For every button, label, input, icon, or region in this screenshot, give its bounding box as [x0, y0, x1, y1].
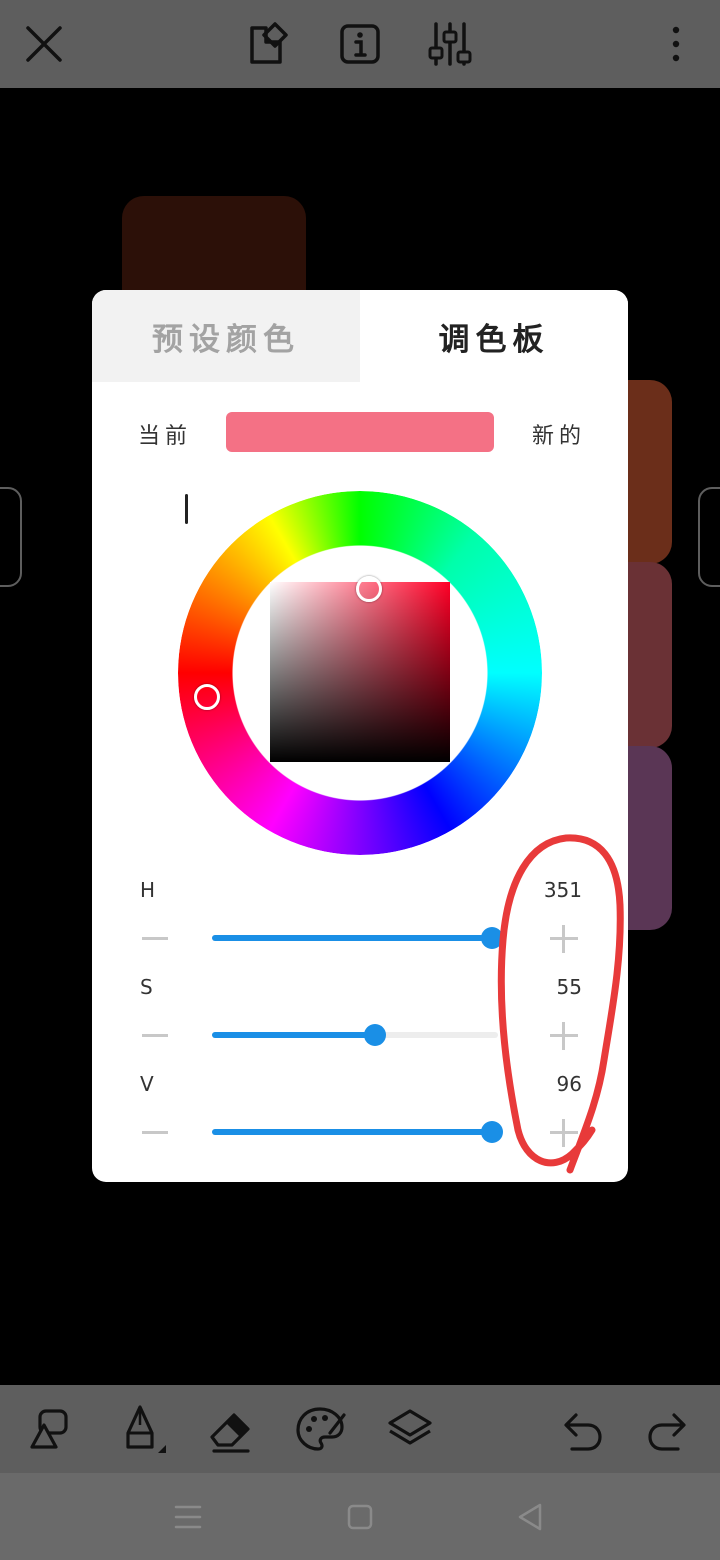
menu-icon [174, 1505, 202, 1529]
shapes-icon [250, 22, 288, 64]
more-button[interactable] [646, 14, 706, 74]
h-value: 351 [543, 878, 582, 902]
right-edge-handle[interactable] [698, 487, 720, 587]
back-icon [518, 1503, 542, 1531]
back-button[interactable] [508, 1495, 552, 1539]
eraser-tool-button[interactable] [200, 1399, 260, 1459]
saturation-value-square[interactable] [270, 576, 450, 762]
v-label: V [140, 1072, 154, 1096]
new-label: 新的 [532, 424, 587, 449]
system-nav-bar [0, 1473, 720, 1560]
adjust-button[interactable] [420, 14, 480, 74]
close-icon [26, 26, 62, 62]
shapes-tool-button[interactable] [20, 1399, 80, 1459]
v-increase-button[interactable] [550, 1119, 578, 1147]
more-vertical-icon [672, 26, 680, 62]
color-picker-dialog: 预设颜色 调色板 当前 新的 H 351 S 55 V 96 [92, 290, 628, 1182]
color-wheel-area [178, 491, 542, 855]
tab-palette[interactable]: 调色板 [360, 290, 628, 382]
palette-tool-button[interactable] [290, 1399, 350, 1459]
layers-icon [388, 1409, 432, 1445]
current-label: 当前 [138, 424, 193, 449]
home-icon [347, 1504, 373, 1530]
v-value: 96 [556, 1072, 582, 1096]
pen-icon [126, 1405, 166, 1453]
adjust-sliders-icon [428, 22, 472, 66]
tab-preset-colors[interactable]: 预设颜色 [92, 290, 360, 382]
close-button[interactable] [14, 14, 74, 74]
pen-tool-button[interactable] [112, 1399, 172, 1459]
hue-ring-handle[interactable] [193, 684, 220, 711]
layers-tool-button[interactable] [380, 1399, 440, 1459]
home-button[interactable] [338, 1495, 382, 1539]
color-preview [226, 412, 494, 452]
v-slider-fill [212, 1129, 492, 1135]
s-label: S [140, 975, 153, 999]
shapes-tool-icon [30, 1409, 68, 1449]
h-decrease-button[interactable] [142, 937, 168, 940]
s-increase-button[interactable] [550, 1022, 578, 1050]
left-edge-handle[interactable] [0, 487, 22, 587]
redo-icon [648, 1413, 686, 1451]
h-slider[interactable] [212, 927, 503, 949]
info-icon [340, 24, 380, 64]
v-slider-thumb[interactable] [481, 1121, 503, 1143]
screen: 预设颜色 调色板 当前 新的 H 351 S 55 V 96 [0, 0, 720, 1560]
s-decrease-button[interactable] [142, 1034, 168, 1037]
s-slider-fill [212, 1032, 375, 1038]
h-slider-thumb[interactable] [481, 927, 503, 949]
eraser-icon [210, 1413, 250, 1453]
palette-icon [296, 1407, 346, 1451]
shapes-button[interactable] [240, 14, 300, 74]
undo-button[interactable] [550, 1399, 610, 1459]
v-decrease-button[interactable] [142, 1131, 168, 1134]
bottom-toolbar [0, 1385, 720, 1473]
s-slider[interactable] [212, 1024, 498, 1046]
s-slider-thumb[interactable] [364, 1024, 386, 1046]
top-bar [0, 0, 720, 88]
v-slider[interactable] [212, 1121, 503, 1143]
h-increase-button[interactable] [550, 925, 578, 953]
redo-button[interactable] [640, 1399, 700, 1459]
sv-black-layer [270, 582, 450, 762]
undo-icon [564, 1413, 602, 1451]
h-slider-fill [212, 935, 492, 941]
recent-apps-button[interactable] [166, 1495, 210, 1539]
s-value: 55 [556, 975, 582, 999]
info-button[interactable] [330, 14, 390, 74]
h-label: H [140, 878, 156, 902]
